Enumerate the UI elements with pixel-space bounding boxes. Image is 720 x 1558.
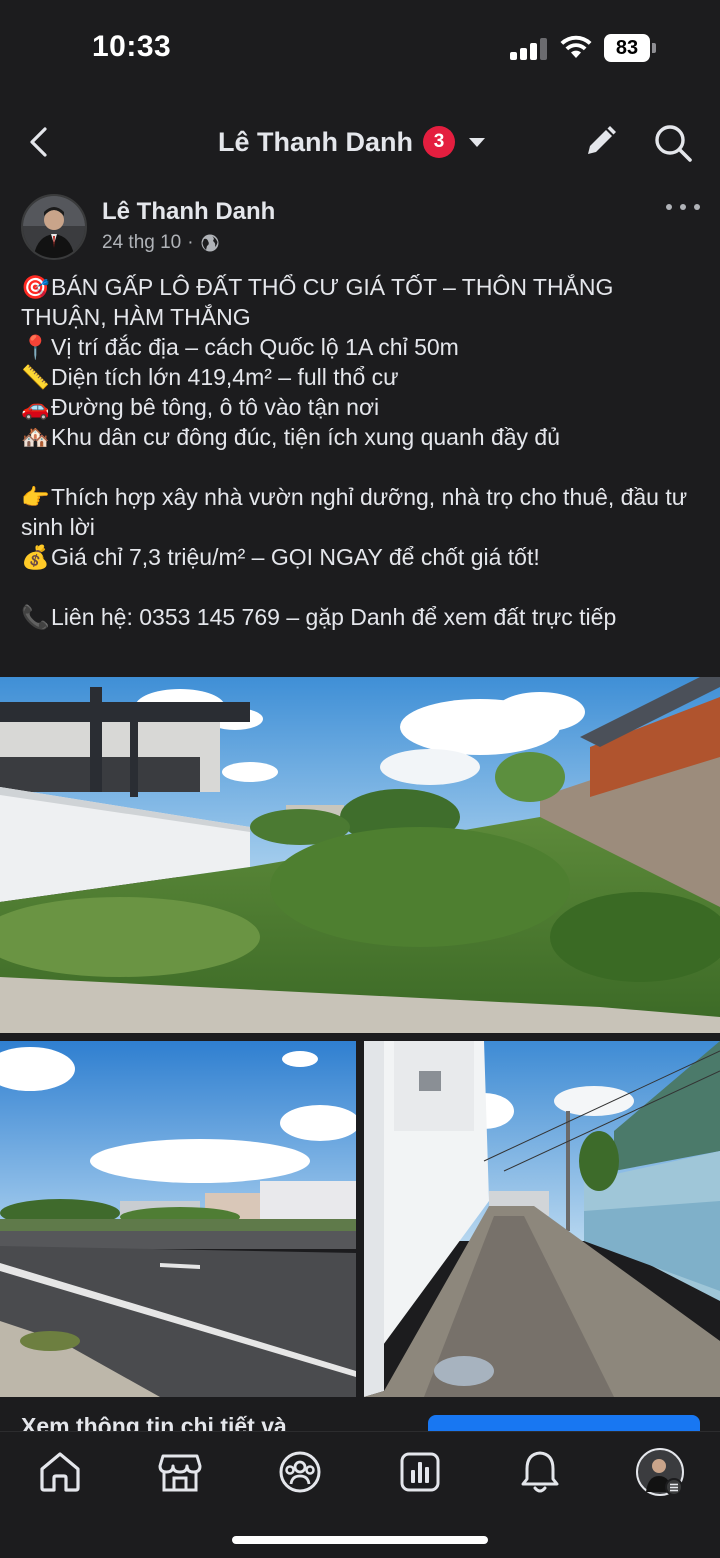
post-meta: 24 thg 10 · <box>102 232 220 254</box>
post-line: 🎯BÁN GẤP LÔ ĐẤT THỔ CƯ GIÁ TỐT – THÔN TH… <box>21 274 614 330</box>
notification-badge: 3 <box>423 126 455 158</box>
post-line: 🚗Đường bê tông, ô tô vào tận nơi <box>21 394 380 420</box>
see-more-text[interactable]: Xem thông tin chi tiết và <box>21 1413 287 1431</box>
marketplace-icon[interactable] <box>156 1448 204 1496</box>
post-photo-alley[interactable] <box>364 1041 720 1397</box>
houses-icon: 🏘️ <box>21 424 50 450</box>
phone-icon: 📞 <box>21 604 50 630</box>
status-bar: 10:33 83 <box>0 0 720 100</box>
back-arrow-icon[interactable] <box>22 124 58 160</box>
post-line: 🏘️Khu dân cư đông đúc, tiện ích xung qua… <box>21 424 560 450</box>
more-options-icon[interactable] <box>666 204 700 216</box>
post-line: 💰Giá chỉ 7,3 triệu/m² – GỌI NGAY để chốt… <box>21 544 540 570</box>
post-header: Lê Thanh Danh 24 thg 10 · <box>0 192 720 262</box>
page-title: Lê Thanh Danh <box>218 126 413 157</box>
action-button[interactable] <box>428 1415 700 1431</box>
money-bag-icon: 💰 <box>21 544 50 570</box>
dashboard-icon[interactable] <box>396 1448 444 1496</box>
post-photo-road[interactable] <box>0 1041 356 1397</box>
car-icon: 🚗 <box>21 394 50 420</box>
search-icon[interactable] <box>652 122 694 164</box>
ruler-icon: 📏 <box>21 364 50 390</box>
profile-avatar[interactable] <box>636 1448 684 1496</box>
chevron-down-icon <box>469 137 485 147</box>
post-photo-main[interactable] <box>0 677 720 1033</box>
profile-switcher[interactable]: Lê Thanh Danh 3 <box>218 122 485 162</box>
wifi-icon <box>560 35 592 58</box>
pointing-hand-icon: 👉 <box>21 484 50 510</box>
see-more-strip: Xem thông tin chi tiết và <box>0 1397 720 1431</box>
groups-icon[interactable] <box>276 1448 324 1496</box>
home-icon[interactable] <box>36 1448 84 1496</box>
bottom-tab-bar <box>0 1431 720 1558</box>
page-header: Lê Thanh Danh 3 <box>0 110 720 174</box>
battery-icon: 83 <box>604 34 656 62</box>
post-line: 📏Diện tích lớn 419,4m² – full thổ cư <box>21 364 399 390</box>
cellular-signal-icon <box>510 38 548 60</box>
post-line: 👉Thích hợp xây nhà vườn nghỉ dưỡng, nhà … <box>21 484 688 540</box>
globe-icon <box>201 234 219 252</box>
post-author[interactable]: Lê Thanh Danh <box>102 198 275 226</box>
battery-level: 83 <box>604 34 650 62</box>
home-indicator <box>232 1536 488 1544</box>
post-text: 🎯BÁN GẤP LÔ ĐẤT THỔ CƯ GIÁ TỐT – THÔN TH… <box>21 272 701 632</box>
target-icon: 🎯 <box>21 274 50 300</box>
post-date[interactable]: 24 thg 10 <box>102 232 181 254</box>
post-line: 📞Liên hệ: 0353 145 769 – gặp Danh để xem… <box>21 604 617 630</box>
status-time: 10:33 <box>92 30 172 63</box>
avatar[interactable] <box>21 194 87 260</box>
bell-icon[interactable] <box>516 1448 564 1496</box>
post-line: 📍Vị trí đắc địa – cách Quốc lộ 1A chỉ 50… <box>21 334 459 360</box>
pencil-icon[interactable] <box>580 122 620 162</box>
pin-icon: 📍 <box>21 334 50 360</box>
